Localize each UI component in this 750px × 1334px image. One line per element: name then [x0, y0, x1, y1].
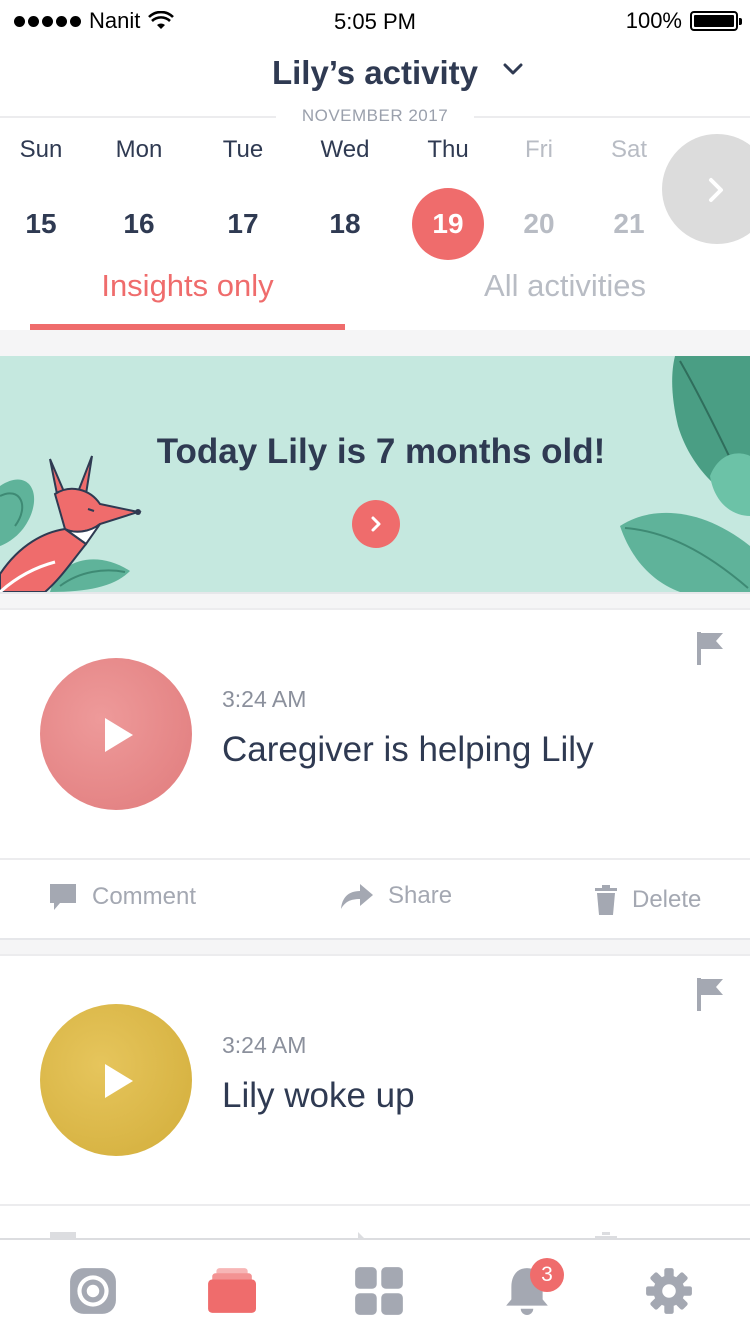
- video-thumbnail[interactable]: [40, 1004, 192, 1156]
- day-date: 16: [123, 208, 155, 239]
- activity-time: 3:24 AM: [222, 1032, 307, 1058]
- day-name: Sun: [19, 136, 63, 163]
- fox-illustration: [0, 455, 142, 592]
- delete-button[interactable]: Delete: [594, 884, 701, 916]
- activity-header: Lily’s activity NOVEMBER 2017 Sun 15 Mon…: [0, 40, 750, 330]
- day-tue[interactable]: Tue 17: [193, 136, 293, 260]
- divider: [0, 592, 750, 594]
- camera-icon[interactable]: [68, 1266, 118, 1316]
- tab-insights-only[interactable]: Insights only: [30, 262, 345, 330]
- chevron-down-icon[interactable]: [502, 62, 524, 76]
- share-button[interactable]: Share: [340, 882, 452, 910]
- share-label: Share: [388, 882, 453, 909]
- month-label: NOVEMBER 2017: [301, 106, 449, 125]
- day-date: 17: [227, 208, 259, 239]
- banner-open-button[interactable]: [352, 500, 400, 548]
- share-icon: [341, 884, 373, 909]
- banner-text: Today Lily is 7 months old!: [156, 432, 606, 471]
- comment-button[interactable]: Comment: [48, 882, 196, 912]
- grid-icon[interactable]: [354, 1266, 404, 1316]
- day-wed[interactable]: Wed 18: [295, 136, 395, 260]
- status-bar: Nanit 5:05 PM 100%: [0, 0, 750, 40]
- delete-label: Delete: [632, 886, 702, 913]
- week-strip: Sun 15 Mon 16 Tue 17 Wed 18 Thu 19 Fri 2…: [0, 136, 750, 260]
- notification-badge: 3: [530, 1258, 564, 1292]
- leaves-right-illustration: [620, 356, 750, 592]
- battery-icon: [690, 11, 742, 31]
- title-row[interactable]: Lily’s activity: [0, 54, 750, 92]
- day-name: Thu: [427, 136, 469, 163]
- video-thumbnail[interactable]: [40, 658, 192, 810]
- day-date: 20: [523, 208, 555, 239]
- day-name: Fri: [525, 136, 553, 163]
- day-date: 18: [329, 208, 361, 239]
- chevron-right-icon: [709, 178, 723, 202]
- day-name: Mon: [115, 136, 163, 163]
- filter-tabs: Insights only All activities: [0, 262, 750, 330]
- day-date: 21: [613, 208, 645, 239]
- card-actions: Comment Share Delete: [0, 860, 750, 938]
- day-name: Wed: [320, 136, 370, 163]
- play-icon: [105, 718, 133, 752]
- day-date: 19: [412, 188, 484, 260]
- day-date: 15: [25, 208, 57, 239]
- battery-info: 100%: [625, 8, 742, 34]
- day-name: Sat: [610, 136, 648, 163]
- activity-caption: Lily woke up: [222, 1076, 415, 1115]
- comment-label: Comment: [92, 883, 197, 910]
- divider: [0, 938, 750, 940]
- flag-icon[interactable]: [694, 976, 726, 1012]
- play-icon: [105, 1064, 133, 1098]
- tab-all-activities[interactable]: All activities: [380, 262, 750, 330]
- flag-icon[interactable]: [694, 630, 726, 666]
- gear-icon[interactable]: [644, 1266, 694, 1316]
- page-title[interactable]: Lily’s activity: [272, 54, 478, 92]
- activity-card: 3:24 AM Caregiver is helping Lily: [0, 610, 750, 858]
- activity-card: 3:24 AM Lily woke up: [0, 956, 750, 1204]
- comment-icon: [50, 884, 76, 910]
- card-actions: [0, 1206, 750, 1240]
- day-name: Tue: [222, 136, 264, 163]
- chevron-right-icon: [371, 516, 381, 532]
- activity-cards-icon[interactable]: [206, 1266, 256, 1316]
- activity-caption: Caregiver is helping Lily: [222, 730, 594, 769]
- day-thu-selected[interactable]: Thu 19: [398, 136, 498, 260]
- battery-percent: 100%: [625, 8, 682, 33]
- activity-time: 3:24 AM: [222, 686, 307, 712]
- bottom-tab-bar: 3: [0, 1238, 750, 1334]
- day-sun[interactable]: Sun 15: [0, 136, 91, 260]
- day-mon[interactable]: Mon 16: [89, 136, 189, 260]
- trash-icon: [595, 885, 617, 915]
- day-fri: Fri 20: [489, 136, 589, 260]
- milestone-banner[interactable]: Today Lily is 7 months old!: [0, 356, 750, 592]
